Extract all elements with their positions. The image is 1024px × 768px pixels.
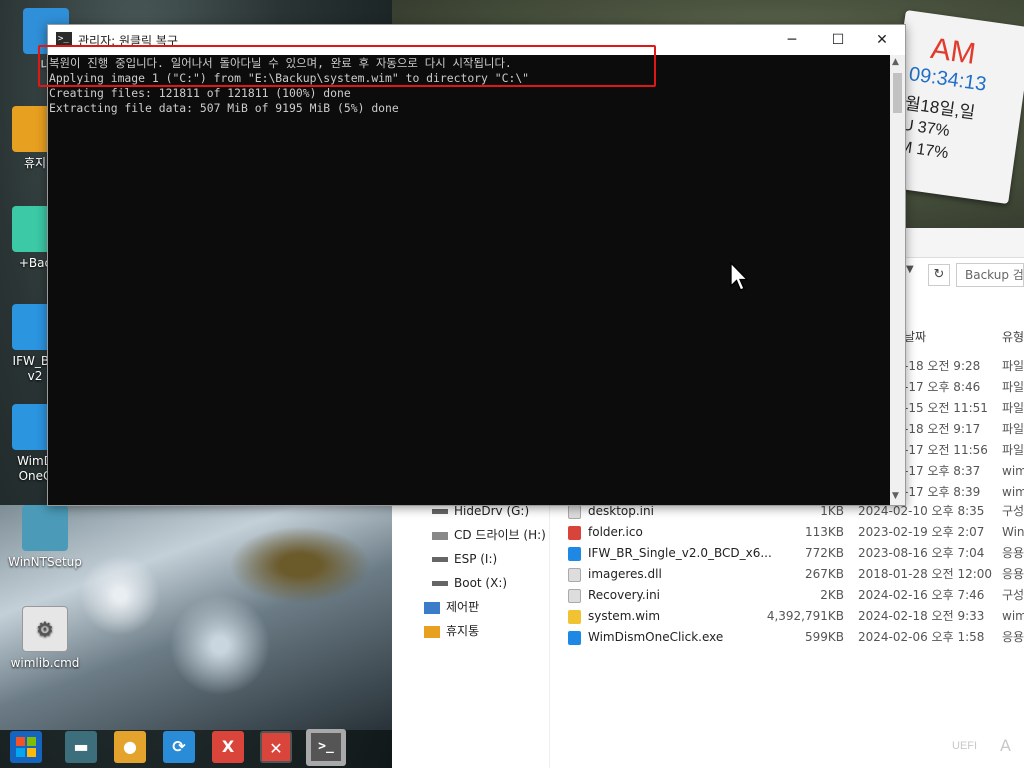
desktop-icon-wimlib-cmd[interactable]: ⚙ wimlib.cmd (5, 606, 85, 671)
chevron-down-icon[interactable]: ▼ (892, 491, 899, 501)
chevron-up-icon[interactable]: ▲ (892, 57, 899, 67)
file-row-partial[interactable]: -18 오전 9:17 파일 (904, 419, 1024, 440)
refresh-button[interactable]: ↻ (928, 264, 950, 286)
console-scrollbar[interactable]: ▲ ▼ (890, 55, 905, 505)
console-output[interactable]: 복원이 진행 중입니다. 일어나서 돌아다닐 수 있으며, 완료 후 자동으로 … (48, 55, 890, 505)
ico-file-icon (568, 526, 581, 540)
console-line: Extracting file data: 507 MiB of 9195 Mi… (49, 101, 399, 115)
file-row-partial[interactable]: -17 오후 8:37 wim (904, 461, 1024, 482)
minimize-button[interactable]: ─ (769, 25, 815, 55)
column-header-type[interactable]: 유형 (1002, 328, 1024, 345)
dll-file-icon (568, 568, 581, 582)
nav-item-esp[interactable]: ESP (I:) (432, 548, 497, 570)
refresh-icon: ↻ (933, 267, 945, 282)
gear-icon: ⚙ (22, 606, 68, 652)
windows-app-icon (568, 547, 581, 561)
control-panel-icon (424, 601, 440, 614)
column-header-date[interactable]: 날짜 (904, 328, 926, 345)
taskbar (0, 728, 1024, 768)
file-row-partial[interactable]: -17 오전 11:56 파일 (904, 440, 1024, 461)
ime-indicator[interactable]: A (1000, 736, 1011, 755)
file-row[interactable]: IFW_BR_Single_v2.0_BCD_x6... 772KB 2023-08… (562, 543, 1024, 564)
file-row[interactable]: Recovery.ini 2KB 2024-02-16 오후 7:46 구성 (562, 585, 1024, 606)
search-input[interactable]: Backup 검 (956, 263, 1024, 287)
file-row-partial[interactable]: -15 오전 11:51 파일 (904, 398, 1024, 419)
terminal-icon: >_ (311, 733, 341, 761)
uefi-label: UEFI (952, 740, 978, 752)
taskbar-app-2[interactable]: ● (114, 731, 146, 763)
cd-drive-icon (432, 531, 448, 540)
console-window[interactable]: >_ 관리자: 원클릭 복구 ─ ☐ ✕ 복원이 진행 중입니다. 일어나서 돌… (47, 24, 906, 506)
taskbar-console[interactable]: >_ (306, 729, 346, 766)
taskbar-app-3[interactable]: ⟳ (163, 731, 195, 763)
cpu-usage: U 37% (900, 116, 951, 141)
windows-app-icon (568, 631, 581, 645)
close-button[interactable]: ✕ (859, 25, 905, 55)
nav-item-control-panel[interactable]: 제어판 (424, 596, 479, 618)
maximize-button[interactable]: ☐ (815, 25, 861, 55)
wim-file-icon (568, 610, 581, 624)
console-line: Creating files: 121811 of 121811 (100%) … (49, 86, 351, 100)
drive-icon (432, 581, 448, 586)
chevron-down-icon[interactable]: ▼ (906, 264, 920, 284)
desktop-icon-winntsetup[interactable]: WinNTSetup (5, 505, 85, 570)
scrollbar-thumb[interactable] (893, 73, 902, 113)
windows-logo-icon (16, 737, 36, 757)
taskbar-app-1[interactable]: ▬ (65, 731, 97, 763)
drive-icon (432, 557, 448, 562)
nav-item-recycle-bin[interactable]: 휴지통 (424, 620, 479, 642)
taskbar-app-5[interactable]: ✕ (260, 731, 292, 763)
file-row[interactable]: system.wim 4,392,791KB 2024-02-18 오전 9:33 w… (562, 606, 1024, 627)
start-button[interactable] (10, 731, 42, 763)
ini-file-icon (568, 505, 581, 519)
drive-icon (432, 509, 448, 514)
file-row-partial[interactable]: -18 오전 9:28 파일 (904, 356, 1024, 377)
nav-item-boot[interactable]: Boot (X:) (432, 572, 507, 594)
file-row-partial[interactable]: -17 오후 8:39 wim (904, 482, 1024, 503)
nav-item-cd-drive[interactable]: CD 드라이브 (H:) (432, 524, 546, 546)
file-row[interactable]: WimDismOneClick.exe 599KB 2024-02-06 오후 1:… (562, 627, 1024, 648)
mouse-cursor-icon (730, 262, 749, 291)
file-row-partial[interactable]: -17 오후 8:46 파일 (904, 377, 1024, 398)
terminal-icon: >_ (56, 32, 72, 46)
file-row[interactable]: folder.ico113KB2023-02-19 오후 2:07Wind (562, 522, 1024, 543)
setup-icon (22, 505, 68, 551)
recycle-bin-icon (424, 625, 440, 638)
file-row[interactable]: imageres.dll 267KB 2018-01-28 오전 12:00 응용 (562, 564, 1024, 585)
ini-file-icon (568, 589, 581, 603)
taskbar-app-4[interactable]: X (212, 731, 244, 763)
highlight-box (38, 45, 656, 87)
